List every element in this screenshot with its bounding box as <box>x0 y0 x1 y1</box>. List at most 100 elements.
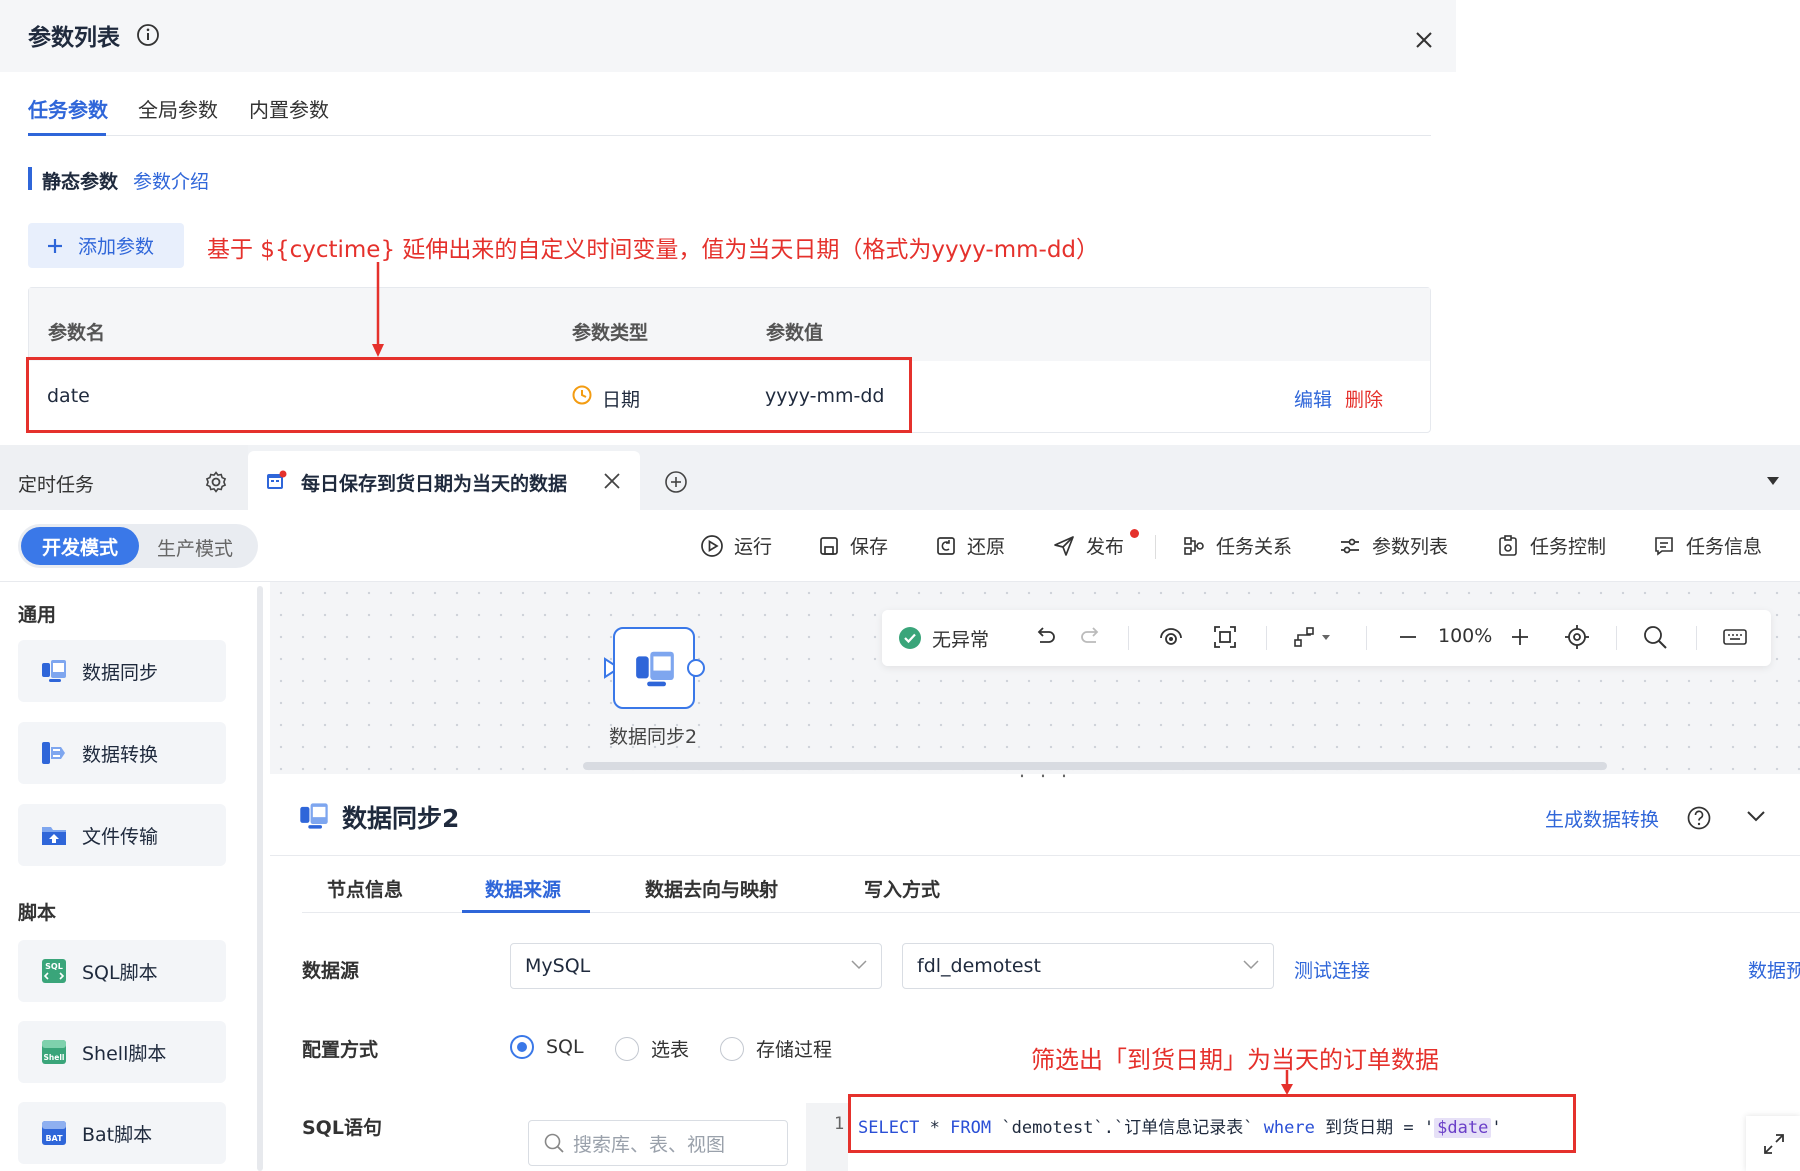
sidebar-item-label: SQL脚本 <box>82 961 158 984</box>
radio-select-table[interactable]: 选表 <box>615 1035 689 1062</box>
data-sync-icon <box>633 647 677 691</box>
add-tab-icon[interactable] <box>664 470 688 494</box>
connector-style-icon[interactable] <box>1292 624 1332 650</box>
flow-node-data-sync[interactable] <box>613 627 695 709</box>
test-connection-link[interactable]: 测试连接 <box>1294 956 1370 983</box>
publish-button[interactable]: 发布 <box>1052 532 1124 559</box>
sidebar-item-label: 数据同步 <box>82 661 159 684</box>
svg-text:SQL: SQL <box>45 962 63 971</box>
keyboard-icon[interactable] <box>1722 624 1748 650</box>
sidebar-item-data-sync[interactable]: 数据同步 <box>18 640 226 702</box>
redo-icon[interactable] <box>1078 624 1104 650</box>
ctab-write-mode[interactable]: 写入方式 <box>864 875 940 902</box>
active-tab-underline <box>28 133 106 136</box>
task-info-button[interactable]: 任务信息 <box>1652 532 1762 559</box>
tabs-divider <box>28 135 1431 136</box>
undo-icon[interactable] <box>1032 624 1058 650</box>
info-icon[interactable] <box>135 22 161 48</box>
search-placeholder: 搜索库、表、视图 <box>573 1133 726 1156</box>
generate-transform-link[interactable]: 生成数据转换 <box>1545 805 1659 832</box>
sidebar-item-bat-script[interactable]: BAT Bat脚本 <box>18 1102 226 1164</box>
svg-text:Shell: Shell <box>44 1053 65 1062</box>
tab-task-params[interactable]: 任务参数 <box>28 94 108 123</box>
edit-link[interactable]: 编辑 <box>1294 385 1332 412</box>
run-button[interactable]: 运行 <box>700 532 772 559</box>
dev-mode-button[interactable]: 开发模式 <box>21 527 139 565</box>
folder-upload-icon <box>40 821 68 849</box>
group-script: 脚本 <box>18 902 57 924</box>
restore-button[interactable]: 还原 <box>935 532 1005 559</box>
restore-icon <box>935 535 957 557</box>
tab-global-params[interactable]: 全局参数 <box>138 94 218 123</box>
locate-icon[interactable] <box>1564 624 1590 650</box>
section-title: 静态参数 <box>42 171 119 193</box>
plus-icon <box>46 237 64 255</box>
add-param-button[interactable]: 添加参数 <box>28 223 184 268</box>
config-title: 数据同步2 <box>342 804 460 833</box>
fit-view-icon[interactable] <box>1212 624 1238 650</box>
param-intro-link[interactable]: 参数介绍 <box>133 167 209 194</box>
close-tab-icon[interactable] <box>603 472 621 490</box>
caret-down-icon[interactable] <box>1766 476 1780 486</box>
col-param-type: 参数类型 <box>572 322 649 344</box>
calendar-task-icon <box>265 470 287 492</box>
search-icon[interactable] <box>1642 624 1668 650</box>
eye-icon[interactable] <box>1158 624 1184 650</box>
tab-builtin-params[interactable]: 内置参数 <box>249 94 329 123</box>
param-list-button[interactable]: 参数列表 <box>1338 532 1448 559</box>
zoom-out-icon[interactable] <box>1396 624 1420 650</box>
ctab-node-info[interactable]: 节点信息 <box>327 875 403 902</box>
canvas-toolbar-divider <box>1366 626 1367 650</box>
sidebar-scrollbar[interactable] <box>257 586 263 1171</box>
save-label: 保存 <box>850 536 889 558</box>
param-list-panel: 参数列表 任务参数 全局参数 内置参数 静态参数 参数介绍 添加参数 基于 ${… <box>0 0 1456 438</box>
toolbar-divider <box>1155 535 1156 559</box>
radio-unchecked <box>615 1036 639 1061</box>
ctab-data-source[interactable]: 数据来源 <box>485 875 561 902</box>
arrow-down-icon <box>1279 1070 1295 1096</box>
delete-link[interactable]: 删除 <box>1345 385 1383 412</box>
datasource-db-select[interactable]: fdl_demotest <box>902 943 1274 989</box>
task-control-button[interactable]: 任务控制 <box>1496 532 1606 559</box>
radio-unchecked <box>720 1036 744 1061</box>
sql-label: SQL语句 <box>302 1117 382 1139</box>
close-icon[interactable] <box>1414 30 1434 50</box>
send-icon <box>1052 534 1076 558</box>
publish-badge-dot <box>1130 529 1139 538</box>
help-icon[interactable] <box>1686 805 1712 831</box>
data-preview-link[interactable]: 数据预 <box>1748 956 1800 983</box>
radio-checked <box>510 1035 534 1059</box>
sidebar-item-sql-script[interactable]: SQL SQL脚本 <box>18 940 226 1002</box>
sidebar-item-label: 文件传输 <box>82 825 159 848</box>
task-relation-button[interactable]: 任务关系 <box>1182 532 1292 559</box>
canvas-toolbar-divider <box>1696 626 1697 650</box>
sidebar-item-shell-script[interactable]: Shell Shell脚本 <box>18 1021 226 1083</box>
radio-label: 存储过程 <box>756 1039 833 1061</box>
datasource-type-select[interactable]: MySQL <box>510 943 882 989</box>
node-output-port[interactable] <box>687 659 705 677</box>
expand-icon <box>1762 1132 1786 1156</box>
play-icon <box>700 534 724 558</box>
canvas-toolbar-divider <box>1128 626 1129 650</box>
sidebar-item-file-transfer[interactable]: 文件传输 <box>18 804 226 866</box>
canvas-scrollbar[interactable] <box>583 762 1607 770</box>
radio-stored-procedure[interactable]: 存储过程 <box>720 1035 832 1062</box>
radio-sql[interactable]: SQL <box>510 1035 584 1059</box>
task-info-label: 任务信息 <box>1686 536 1763 558</box>
group-general: 通用 <box>18 604 57 626</box>
gear-icon[interactable] <box>204 470 228 494</box>
prod-mode-button[interactable]: 生产模式 <box>157 534 233 561</box>
annotation-filter: 筛选出「到货日期」为当天的订单数据 <box>1031 1046 1439 1074</box>
search-input[interactable]: 搜索库、表、视图 <box>528 1120 788 1166</box>
status-label: 无异常 <box>932 628 990 651</box>
message-icon <box>1652 534 1676 558</box>
datasource-label: 数据源 <box>302 960 360 982</box>
canvas-toolbar-divider <box>1616 626 1617 650</box>
sidebar-item-data-transform[interactable]: 数据转换 <box>18 722 226 784</box>
save-button[interactable]: 保存 <box>818 532 888 559</box>
zoom-in-icon[interactable] <box>1508 624 1532 650</box>
datasource-type-value: MySQL <box>525 955 591 977</box>
ctab-data-target[interactable]: 数据去向与映射 <box>645 875 778 902</box>
datasource-db-value: fdl_demotest <box>917 955 1041 977</box>
chevron-down-icon[interactable] <box>1746 809 1766 823</box>
